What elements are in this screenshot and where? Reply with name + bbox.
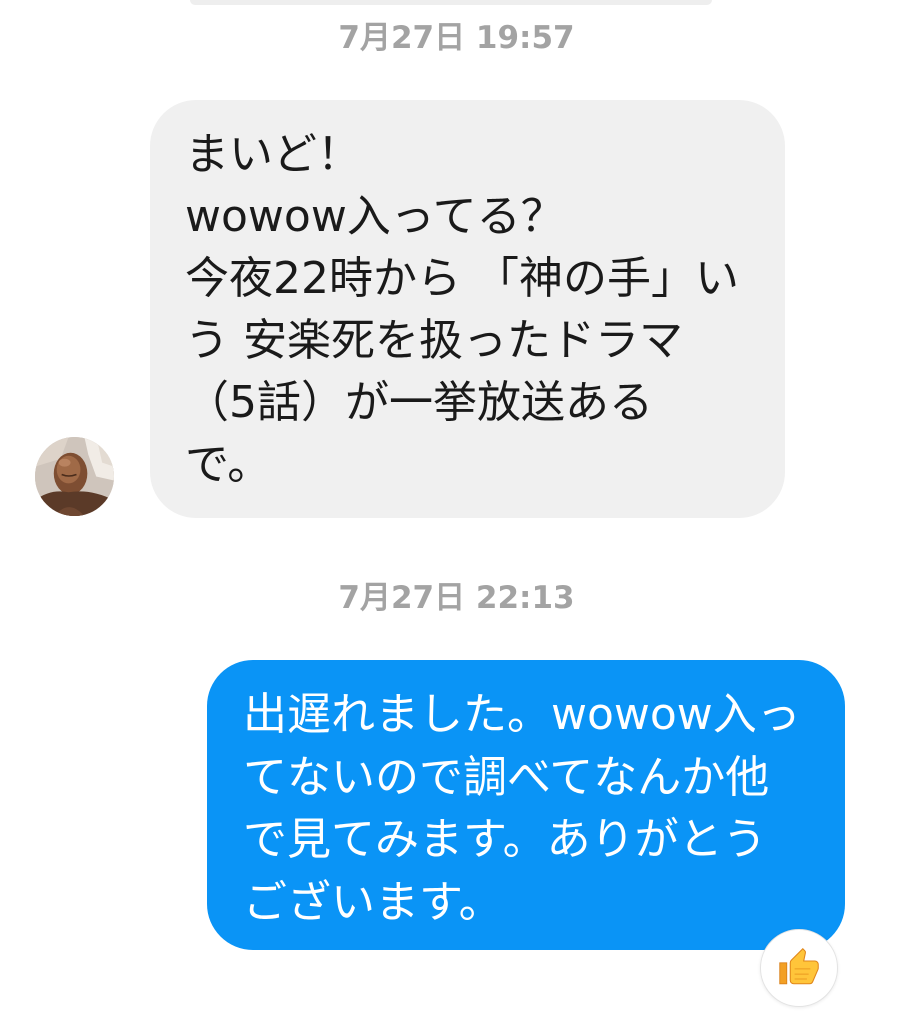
message-line: てないので調べてなんか他 <box>243 751 770 803</box>
message-line: で。 <box>185 439 272 490</box>
avatar-photo <box>35 437 114 516</box>
message-line: （5話）が一挙放送ある <box>185 377 653 428</box>
outgoing-message-bubble[interactable]: 出遅れました。wowow入っ てないので調べてなんか他 で見てみます。ありがとう… <box>207 660 845 950</box>
message-line: ございます。 <box>243 876 503 928</box>
message-line: 今夜22時から 「神の手」い <box>185 253 739 304</box>
message-line: wowow入ってる？ <box>185 191 565 242</box>
reaction-badge[interactable] <box>760 929 838 1007</box>
chat-thread: 7月27日 19:57 まいど！ wowow入ってる？ 今夜22時から 「神の手… <box>0 0 913 1024</box>
message-line: まいど！ <box>185 129 361 180</box>
timestamp: 7月27日 22:13 <box>338 580 575 616</box>
previous-item-edge <box>190 0 712 5</box>
message-line: で見てみます。ありがとう <box>243 814 767 865</box>
message-line: 出遅れました。wowow入っ <box>243 689 801 740</box>
avatar[interactable] <box>35 437 114 516</box>
message-line: う 安楽死を扱ったドラマ <box>185 315 683 366</box>
incoming-message-bubble[interactable]: まいど！ wowow入ってる？ 今夜22時から 「神の手」い う 安楽死を扱った… <box>150 100 785 518</box>
thumbs-up-icon <box>779 948 819 985</box>
timestamp: 7月27日 19:57 <box>338 20 575 56</box>
